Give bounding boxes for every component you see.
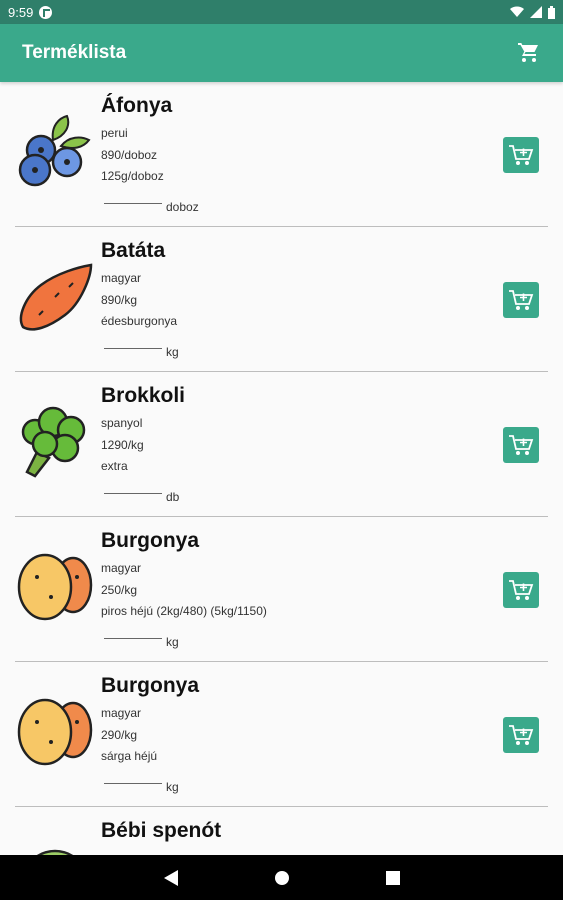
add-to-cart-icon [509, 290, 534, 310]
potato-icon [17, 553, 93, 621]
product-list: Áfonya perui 890/doboz 125g/doboz doboz … [0, 82, 563, 855]
product-name: Brokkoli [101, 384, 186, 407]
product-price: 890/kg [101, 293, 138, 307]
quantity-unit: db [166, 490, 180, 504]
product-name: Burgonya [101, 529, 200, 552]
status-time: 9:59 [8, 4, 34, 20]
add-to-cart-button[interactable] [503, 137, 539, 173]
sweet-potato-icon [19, 263, 93, 331]
product-note: piros héjú (2kg/480) (5kg/1150) [101, 604, 267, 618]
add-to-cart-button[interactable] [503, 427, 539, 463]
back-icon[interactable] [163, 869, 178, 886]
product-note: extra [101, 459, 128, 473]
recents-icon[interactable] [385, 870, 400, 885]
home-icon[interactable] [274, 870, 290, 886]
product-origin: magyar [101, 706, 142, 720]
list-item: Burgonya magyar 290/kg sárga héjú kg [15, 662, 548, 807]
navigation-bar [0, 855, 563, 900]
product-price: 290/kg [101, 728, 138, 742]
product-price: 1290/kg [101, 438, 144, 452]
add-to-cart-icon [509, 435, 534, 455]
product-name: Bébi spenót [101, 819, 222, 842]
add-to-cart-icon [509, 725, 534, 745]
product-origin: spanyol [101, 416, 143, 430]
signal-icon [530, 6, 542, 18]
spinach-icon [36, 849, 74, 855]
product-origin: magyar [101, 271, 142, 285]
product-price: 890/doboz [101, 148, 158, 162]
list-item: Bébi spenót [15, 807, 548, 855]
list-item: Batáta magyar 890/kg édesburgonya kg [15, 227, 548, 372]
product-name: Batáta [101, 239, 166, 262]
shopping-cart-icon[interactable] [517, 41, 541, 65]
product-origin: perui [101, 126, 128, 140]
quantity-unit: kg [166, 345, 179, 359]
page-title: Terméklista [22, 42, 127, 63]
status-bar: 9:59 [0, 0, 563, 24]
product-price: 250/kg [101, 583, 138, 597]
add-to-cart-icon [509, 580, 534, 600]
product-note: édesburgonya [101, 314, 178, 328]
broccoli-icon [21, 406, 86, 478]
add-to-cart-icon [509, 145, 534, 165]
add-to-cart-button[interactable] [503, 717, 539, 753]
quantity-input[interactable] [104, 203, 162, 204]
blueberry-icon [18, 114, 91, 187]
product-origin: magyar [101, 561, 142, 575]
add-to-cart-button[interactable] [503, 572, 539, 608]
list-item: Áfonya perui 890/doboz 125g/doboz doboz [15, 82, 548, 227]
potato-icon [17, 698, 93, 766]
quantity-unit: doboz [166, 200, 199, 214]
quantity-unit: kg [166, 635, 179, 649]
battery-icon [548, 5, 555, 19]
list-item: Burgonya magyar 250/kg piros héjú (2kg/4… [15, 517, 548, 662]
product-name: Burgonya [101, 674, 200, 697]
product-note: 125g/doboz [101, 169, 164, 183]
quantity-input[interactable] [104, 783, 162, 784]
product-note: sárga héjú [101, 749, 158, 763]
app-notification-icon [39, 5, 53, 19]
quantity-input[interactable] [104, 348, 162, 349]
wifi-icon [510, 6, 524, 18]
app-bar: Terméklista [0, 24, 563, 82]
quantity-input[interactable] [104, 493, 162, 494]
product-name: Áfonya [101, 94, 173, 117]
quantity-unit: kg [166, 780, 179, 794]
quantity-input[interactable] [104, 638, 162, 639]
add-to-cart-button[interactable] [503, 282, 539, 318]
list-item: Brokkoli spanyol 1290/kg extra db [15, 372, 548, 517]
